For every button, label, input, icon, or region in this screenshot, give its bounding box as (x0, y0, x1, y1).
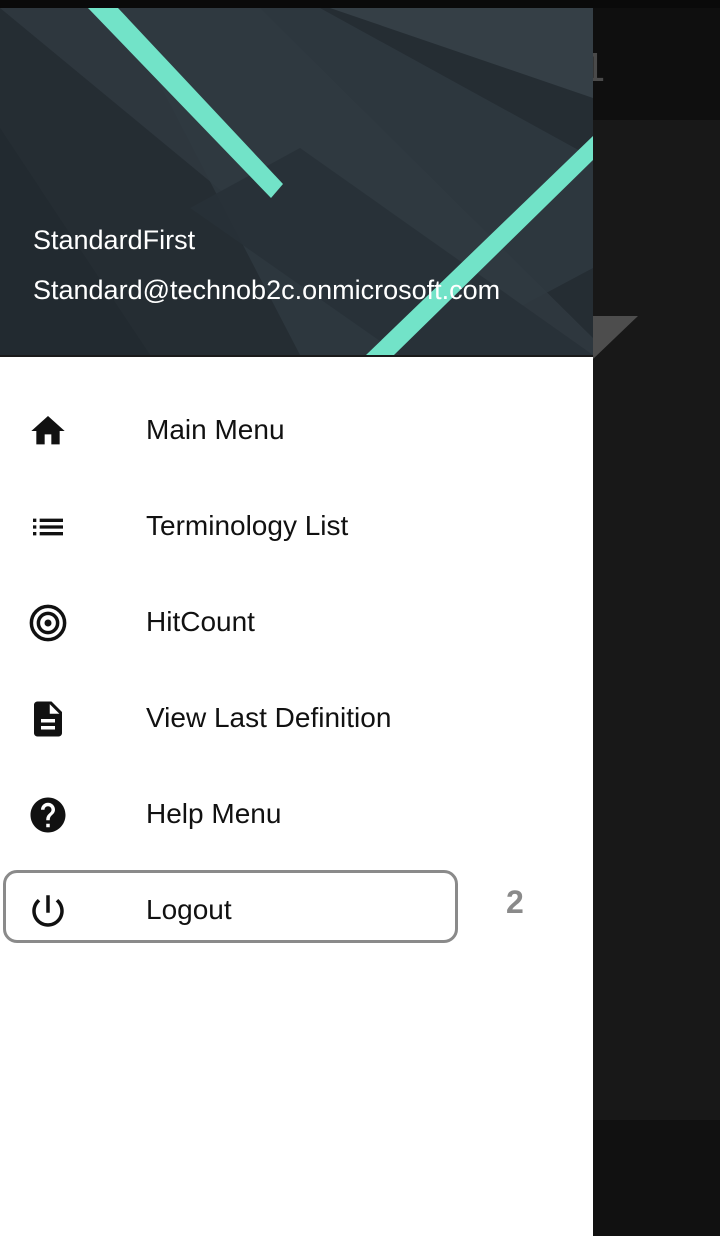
drawer-header: StandardFirst Standard@technob2c.onmicro… (0, 8, 593, 355)
target-icon (27, 602, 69, 644)
menu-item-label: HitCount (146, 606, 255, 637)
user-name: StandardFirst (33, 225, 196, 255)
menu-item-label: View Last Definition (146, 702, 392, 733)
menu-item-logout[interactable]: Logout (0, 862, 593, 958)
power-icon (27, 890, 69, 932)
menu-item-view-last-definition[interactable]: View Last Definition (0, 670, 593, 766)
menu-item-label: Logout (146, 894, 232, 925)
header-divider (0, 355, 593, 357)
menu-item-help-menu[interactable]: Help Menu (0, 766, 593, 862)
menu-item-label: Terminology List (146, 510, 349, 541)
drawer-menu: Main Menu Terminology List HitCount View… (0, 382, 593, 958)
menu-item-hitcount[interactable]: HitCount (0, 574, 593, 670)
user-email: Standard@technob2c.onmicrosoft.com (33, 275, 501, 305)
menu-item-main-menu[interactable]: Main Menu (0, 382, 593, 478)
background-dropdown-arrow (592, 316, 638, 360)
menu-item-label: Main Menu (146, 414, 285, 445)
menu-item-terminology-list[interactable]: Terminology List (0, 478, 593, 574)
step-number-annotation: 2 (506, 884, 524, 920)
help-icon (27, 794, 69, 836)
menu-item-label: Help Menu (146, 798, 282, 829)
list-icon (27, 506, 69, 548)
status-bar-strip (0, 0, 720, 8)
home-icon (27, 410, 69, 452)
document-icon (27, 698, 69, 740)
